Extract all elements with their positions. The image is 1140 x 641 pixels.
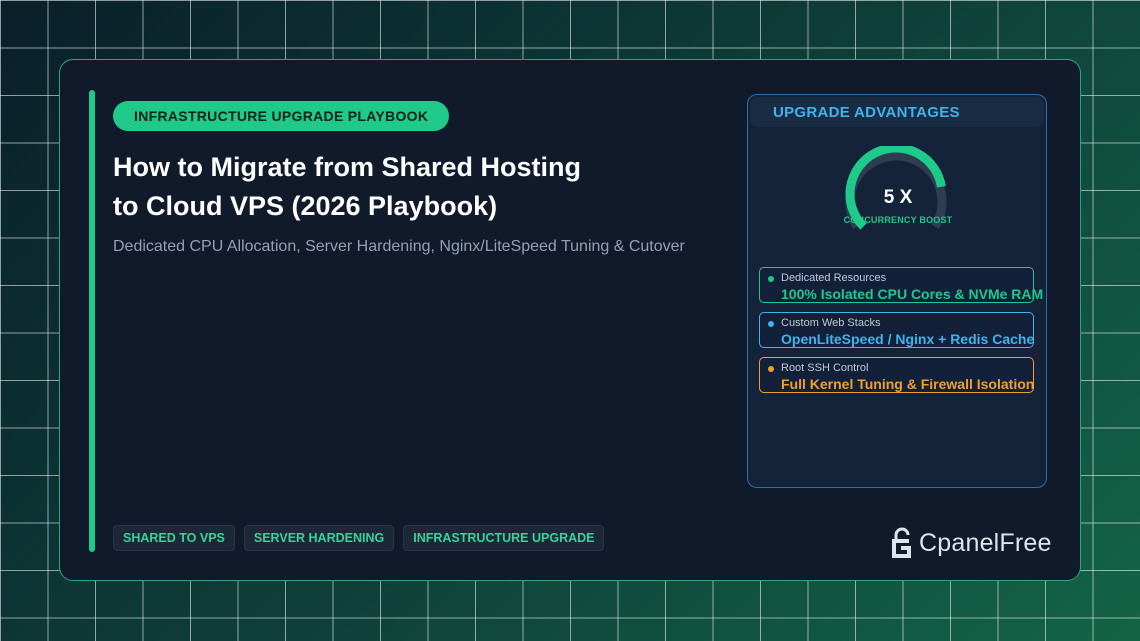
tag-server-hardening[interactable]: SERVER HARDENING [243, 525, 395, 551]
status-dot [768, 366, 774, 372]
logo-text: CpanelFree [919, 528, 1052, 557]
feature-value: OpenLiteSpeed / Nginx + Redis Cache [781, 331, 1035, 347]
feature-custom-web-stacks: Custom Web Stacks OpenLiteSpeed / Nginx … [759, 312, 1034, 348]
feature-label: Dedicated Resources [781, 272, 887, 284]
feature-label: Custom Web Stacks [781, 317, 881, 329]
lock-icon [892, 527, 911, 558]
gauge-value: 5 X [883, 187, 913, 208]
title-line-1: How to Migrate from Shared Hosting [113, 152, 582, 182]
category-badge: INFRASTRUCTURE UPGRADE PLAYBOOK [113, 101, 450, 131]
advantages-panel: UPGRADE ADVANTAGES 5 X CONCURRENCY BOOST… [747, 94, 1047, 488]
brand-logo[interactable]: CpanelFree [889, 527, 1052, 559]
feature-label: Root SSH Control [781, 362, 869, 374]
gauge-caption: CONCURRENCY BOOST [843, 215, 953, 225]
panel-title: UPGRADE ADVANTAGES [773, 104, 960, 121]
feature-root-ssh-control: Root SSH Control Full Kernel Tuning & Fi… [759, 357, 1034, 393]
hero-card: INFRASTRUCTURE UPGRADE PLAYBOOK How to M… [59, 59, 1081, 581]
feature-value: 100% Isolated CPU Cores & NVMe RAM [781, 286, 1044, 302]
status-dot [768, 276, 774, 282]
tag-list: SHARED TO VPS SERVER HARDENING INFRASTRU… [113, 525, 605, 551]
feature-dedicated-resources: Dedicated Resources 100% Isolated CPU Co… [759, 267, 1043, 303]
panel-header: UPGRADE ADVANTAGES [750, 97, 1044, 127]
tag-shared-to-vps[interactable]: SHARED TO VPS [113, 525, 235, 551]
subtitle: Dedicated CPU Allocation, Server Hardeni… [113, 238, 685, 255]
page-title: How to Migrate from Shared Hosting to Cl… [113, 148, 713, 226]
status-dot [768, 321, 774, 327]
title-line-2: to Cloud VPS (2026 Playbook) [113, 191, 498, 221]
accent-bar [89, 90, 95, 552]
tag-infrastructure-upgrade[interactable]: INFRASTRUCTURE UPGRADE [403, 525, 605, 551]
feature-value: Full Kernel Tuning & Firewall Isolation [781, 376, 1035, 392]
